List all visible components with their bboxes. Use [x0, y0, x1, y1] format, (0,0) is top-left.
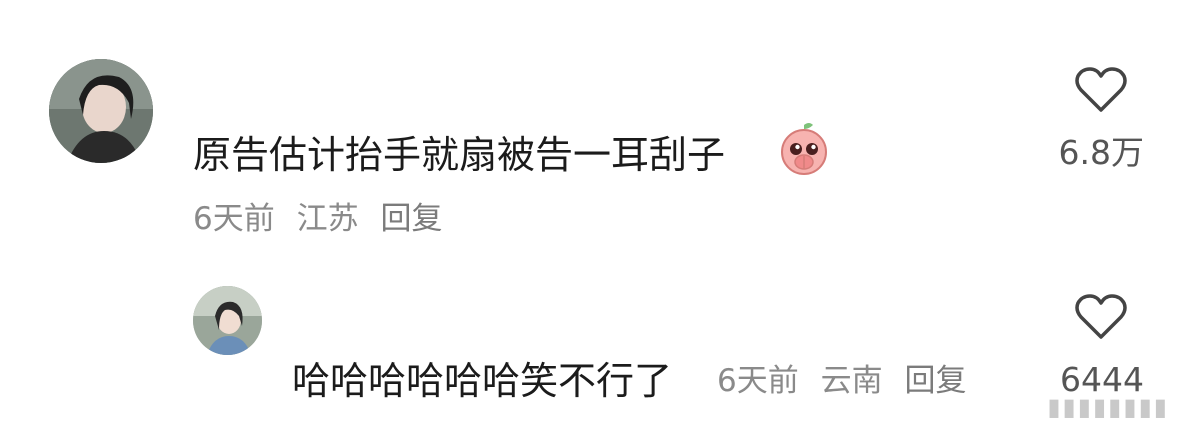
comment-meta: 6天前 江苏 回复: [193, 200, 454, 238]
watermark: ▮▮▮▮▮▮▮▮: [1047, 393, 1169, 421]
heart-outline-icon[interactable]: [1074, 294, 1128, 340]
reply-time: 6天前: [717, 363, 799, 399]
reply-meta: 6天前 云南 回复: [717, 362, 978, 400]
heart-outline-icon[interactable]: [1074, 67, 1128, 113]
reply-button[interactable]: 回复: [380, 201, 442, 237]
comment-time: 6天前: [193, 201, 275, 237]
pink-peach-pleading-emoji: [779, 121, 829, 176]
reply-commenter-avatar[interactable]: [193, 286, 262, 355]
comment-text: 原告估计抬手就扇被告一耳刮子: [193, 133, 726, 177]
reply-text: 哈哈哈哈哈哈笑不行了: [292, 359, 673, 403]
commenter-avatar[interactable]: [49, 59, 153, 163]
reply-button[interactable]: 回复: [904, 363, 966, 399]
comment-location: 江苏: [296, 201, 359, 237]
like-count: 6.8万: [1058, 133, 1144, 172]
reply-location: 云南: [820, 363, 883, 399]
